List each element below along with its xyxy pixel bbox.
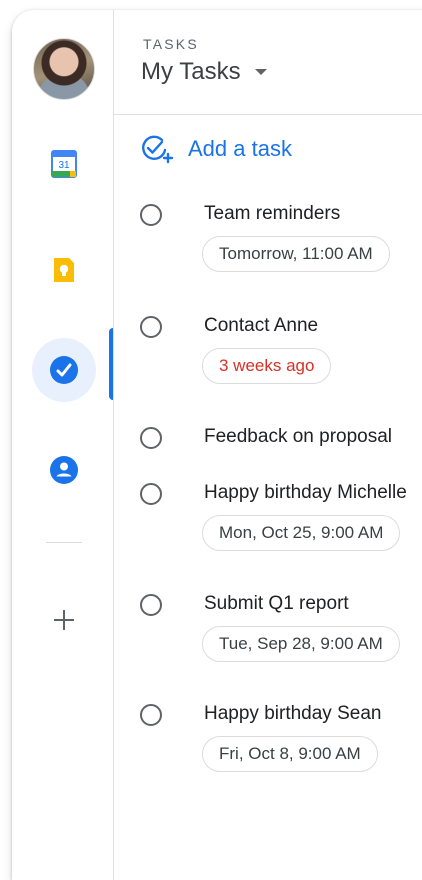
add-task-icon — [142, 135, 174, 164]
task-title[interactable]: Submit Q1 report — [204, 593, 349, 615]
header-divider — [114, 114, 422, 115]
tasks-check-icon — [50, 356, 78, 384]
task-title[interactable]: Contact Anne — [204, 315, 318, 337]
task-complete-checkbox[interactable] — [140, 316, 162, 338]
list-title: My Tasks — [141, 58, 241, 85]
add-task-button[interactable]: Add a task — [140, 134, 292, 164]
rail-calendar-button[interactable]: 31 — [32, 132, 96, 196]
app-eyebrow: TASKS — [143, 36, 199, 52]
task-complete-checkbox[interactable] — [140, 483, 162, 505]
task-due-chip[interactable]: Fri, Oct 8, 9:00 AM — [202, 736, 378, 772]
task-complete-checkbox[interactable] — [140, 204, 162, 226]
avatar[interactable] — [33, 38, 95, 100]
side-rail: 31 — [12, 10, 114, 880]
task-title[interactable]: Team reminders — [204, 203, 340, 225]
task-complete-checkbox[interactable] — [140, 704, 162, 726]
task-title[interactable]: Feedback on proposal — [204, 426, 392, 448]
calendar-icon: 31 — [51, 150, 77, 178]
rail-divider — [46, 542, 82, 543]
rail-keep-button[interactable] — [32, 238, 96, 302]
task-complete-checkbox[interactable] — [140, 594, 162, 616]
calendar-date-label: 31 — [58, 160, 70, 171]
rail-contacts-button[interactable] — [32, 438, 96, 502]
rail-border — [113, 10, 114, 880]
task-due-chip-overdue[interactable]: 3 weeks ago — [202, 348, 332, 384]
task-due-chip[interactable]: Tue, Sep 28, 9:00 AM — [202, 626, 400, 662]
task-due-chip[interactable]: Tomorrow, 11:00 AM — [202, 236, 390, 272]
task-title[interactable]: Happy birthday Michelle — [204, 482, 407, 504]
list-selector[interactable]: My Tasks — [141, 58, 267, 86]
task-complete-checkbox[interactable] — [140, 427, 162, 449]
keep-bulb-icon — [54, 258, 74, 282]
task-due-chip[interactable]: Mon, Oct 25, 9:00 AM — [202, 515, 401, 551]
get-addons-button[interactable] — [50, 606, 78, 634]
task-title[interactable]: Happy birthday Sean — [204, 703, 381, 725]
dropdown-caret-icon — [254, 69, 267, 75]
rail-tasks-button[interactable] — [32, 338, 96, 402]
plus-icon — [54, 610, 74, 630]
add-task-label: Add a task — [188, 136, 292, 161]
contacts-person-icon — [50, 456, 78, 484]
tasks-panel: 31 TASKS My Tasks Add a task Team remind… — [12, 10, 422, 880]
